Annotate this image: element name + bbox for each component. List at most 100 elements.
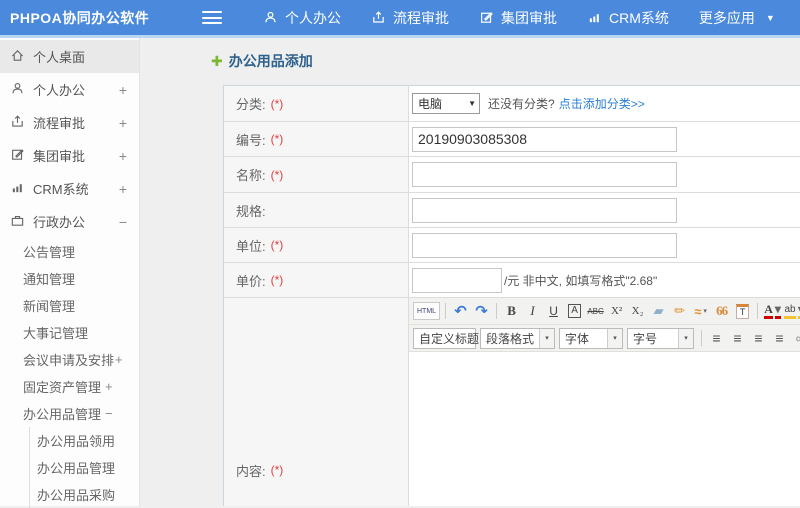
category-select[interactable]: 电脑 ▼ [412,93,480,114]
sidebar-item-personal-desktop[interactable]: 个人桌面 [0,40,139,73]
sidebar-item-supplies-requisition[interactable]: 办公用品领用 [30,427,139,454]
editor-content-area[interactable] [409,352,800,506]
top-nav: 个人办公 流程审批 集团审批 CRM系统 更多应用 ▼ [248,0,790,35]
sidebar-item-supplies-purchase[interactable]: 办公用品采购 [30,481,139,508]
nav-personal-office[interactable]: 个人办公 [248,0,356,35]
required-asterisk: (*) [270,96,284,111]
blockquote-button[interactable]: 66 [712,301,731,321]
spec-input[interactable] [412,197,677,223]
required-asterisk: (*) [270,167,284,182]
italic-button[interactable]: I [523,301,542,321]
remove-format-button[interactable]: ▰ [649,301,668,321]
price-input[interactable] [412,267,502,293]
nav-more-apps[interactable]: 更多应用 ▼ [684,0,790,35]
sidebar-item-personal-office[interactable]: 个人办公 + [0,73,139,106]
insert-link-button[interactable]: ∞ [791,328,800,348]
paste-as-text-button[interactable]: T [733,301,752,321]
unit-input[interactable] [412,232,677,258]
price-format-hint: /元 非中文, 如填写格式"2.68" [504,273,658,288]
expand-plus-icon[interactable]: + [105,380,113,393]
expand-plus-icon[interactable]: + [119,83,127,97]
nav-crm-system[interactable]: CRM系统 [572,0,684,35]
bar-chart-icon [10,180,25,198]
underline-button[interactable]: U [544,301,563,321]
rich-text-editor: HTML ↶ ↷ B I U A ABC X² X₂ ▰ ✏ ≈ ▾ 66 T … [409,298,800,506]
share-box-icon [371,10,386,25]
main-content: ✚ 办公用品添加 分类: (*) 电脑 ▼ 还没有分类? 点击添加分类>> 编号… [140,38,800,506]
briefcase-icon [10,213,25,231]
format-brush-button[interactable]: ✏ [670,301,689,321]
name-input[interactable] [412,162,677,187]
spec-label: 规格: [224,193,409,227]
font-border-button[interactable]: A [565,301,584,321]
share-box-icon [10,114,25,132]
caret-down-icon: ▾ [539,328,554,348]
sidebar-item-office-supplies-mgmt[interactable]: 办公用品管理 − [0,400,139,427]
expand-plus-icon[interactable]: + [119,182,127,196]
category-label: 分类: (*) [224,86,409,121]
add-supplies-form: 分类: (*) 电脑 ▼ 还没有分类? 点击添加分类>> 编号: (*) 201… [223,85,800,506]
custom-title-dropdown[interactable]: 自定义标题 ▾ [413,327,489,349]
sidebar-item-supplies-management[interactable]: 办公用品管理 [30,454,139,481]
sidebar-item-admin-office[interactable]: 行政办公 − [0,205,139,238]
align-justify-button[interactable]: ≡ [770,328,789,348]
subscript-button[interactable]: X₂ [628,301,647,321]
add-plus-icon: ✚ [211,53,223,69]
sidebar-item-notice-mgmt[interactable]: 通知管理 [0,265,139,292]
top-header: PHPOA协同办公软件 个人办公 流程审批 集团审批 CRM系统 更多应用 ▼ [0,0,800,35]
align-center-button[interactable]: ≡ [728,328,747,348]
bar-chart-icon [587,10,602,25]
source-code-button[interactable]: HTML [413,302,441,320]
paragraph-format-dropdown[interactable]: 段落格式 ▾ [480,327,555,349]
nav-group-approval[interactable]: 集团审批 [464,0,572,35]
font-family-dropdown[interactable]: 字体 ▾ [559,327,623,349]
sidebar-item-workflow-approval[interactable]: 流程审批 + [0,106,139,139]
sidebar-item-crm-system[interactable]: CRM系统 + [0,172,139,205]
content-label: 内容: (*) [224,298,409,506]
code-input[interactable] [412,126,677,152]
superscript-button[interactable]: X² [607,301,626,321]
select-caret-icon: ▼ [468,99,476,108]
strikethrough-button[interactable]: ABC [586,301,605,321]
sidebar-item-memorabilia-mgmt[interactable]: 大事记管理 [0,319,139,346]
name-label: 名称: (*) [224,157,409,192]
unit-label: 单位: (*) [224,228,409,262]
collapse-minus-icon[interactable]: − [105,407,113,420]
align-right-button[interactable]: ≡ [749,328,768,348]
expand-plus-icon[interactable]: + [119,116,127,130]
sidebar-item-announcement-mgmt[interactable]: 公告管理 [0,238,139,265]
collapse-minus-icon[interactable]: − [119,215,127,229]
sidebar-item-meeting-request[interactable]: 会议申请及安排 + [0,346,139,373]
caret-down-icon: ▼ [765,12,775,23]
user-icon [10,81,25,99]
hamburger-menu-icon[interactable] [202,11,222,24]
undo-button[interactable]: ↶ [451,301,470,321]
sidebar-item-fixed-assets-mgmt[interactable]: 固定资产管理 + [0,373,139,400]
expand-plus-icon[interactable]: + [119,149,127,163]
caret-down-icon: ▾ [703,308,707,315]
sidebar-item-group-approval[interactable]: 集团审批 + [0,139,139,172]
highlight-pen-button[interactable]: ≈ ▾ [691,301,710,321]
code-label: 编号: (*) [224,122,409,156]
required-asterisk: (*) [270,463,284,477]
font-color-button[interactable]: A ▾ [763,301,782,321]
font-size-dropdown[interactable]: 字号 ▾ [627,327,694,349]
background-color-button[interactable]: ab▾ [784,301,800,321]
edit-square-icon [10,147,25,165]
add-category-link[interactable]: 点击添加分类>> [559,95,645,112]
editor-toolbar-row2: 自定义标题 ▾ 段落格式 ▾ 字体 ▾ 字号 ▾ [409,325,800,352]
sidebar-submenu: 办公用品领用 办公用品管理 办公用品采购 [29,427,139,508]
sidebar-item-news-mgmt[interactable]: 新闻管理 [0,292,139,319]
align-left-button[interactable]: ≡ [707,328,726,348]
redo-button[interactable]: ↷ [472,301,491,321]
no-category-hint: 还没有分类? [488,97,555,111]
form-row-code: 编号: (*) [224,122,800,157]
form-row-category: 分类: (*) 电脑 ▼ 还没有分类? 点击添加分类>> [224,86,800,122]
caret-down-icon: ▾ [678,328,693,348]
form-row-unit: 单位: (*) [224,228,800,263]
form-row-name: 名称: (*) [224,157,800,193]
nav-workflow-approval[interactable]: 流程审批 [356,0,464,35]
app-logo: PHPOA协同办公软件 [10,9,150,26]
expand-plus-icon[interactable]: + [115,353,123,366]
bold-button[interactable]: B [502,301,521,321]
